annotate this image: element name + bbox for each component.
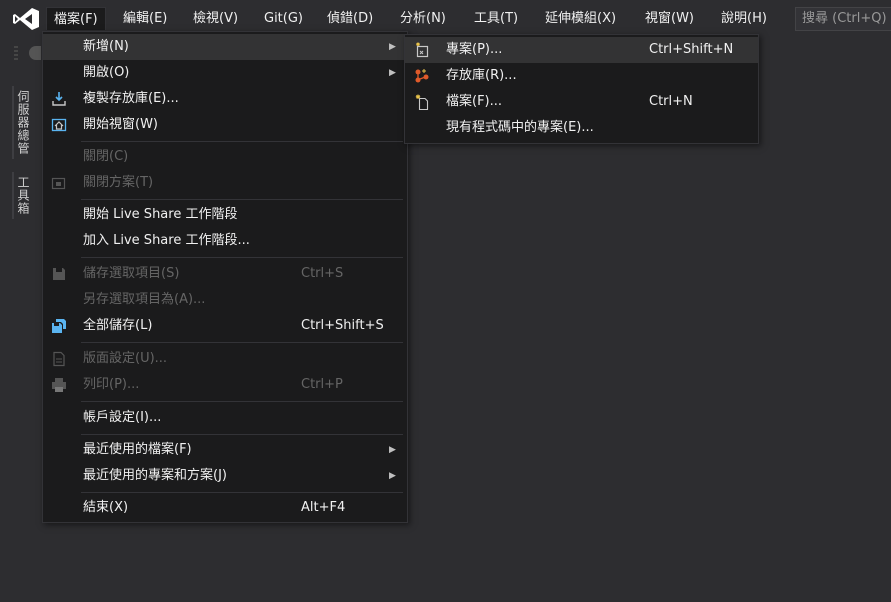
menu-separator — [81, 434, 403, 435]
menu-item-save-all[interactable]: 全部儲存(L) Ctrl+Shift+S — [43, 313, 407, 339]
menu-separator — [81, 141, 403, 142]
submenu-item-label: 檔案(F)... — [446, 94, 503, 109]
menu-item-label: 開始 Live Share 工作階段 — [83, 207, 238, 222]
menu-item-label: 結束(X) — [83, 500, 129, 515]
menu-item-save-selected[interactable]: 儲存選取項目(S) Ctrl+S — [43, 261, 407, 287]
menu-item-page-setup[interactable]: 版面設定(U)... — [43, 346, 407, 372]
menu-window[interactable]: 視窗(W) — [638, 7, 701, 30]
repository-icon — [415, 69, 429, 83]
submenu-item-project[interactable]: 專案(P)... Ctrl+Shift+N — [405, 37, 758, 63]
menu-item-label: 最近使用的專案和方案(J) — [83, 468, 227, 483]
server-explorer-tab[interactable]: 伺服器總管 — [12, 86, 32, 159]
menu-item-account-settings[interactable]: 帳戶設定(I)... — [43, 405, 407, 431]
menu-item-label: 列印(P)... — [83, 377, 140, 392]
menu-item-label: 另存選取項目為(A)... — [83, 292, 206, 307]
file-menu-dropdown: 新增(N) ▶ 開啟(O) ▶ 複製存放庫(E)... 開始視窗(W) 關閉(C… — [42, 31, 408, 523]
menu-item-shortcut: Alt+F4 — [301, 500, 346, 515]
menu-file[interactable]: 檔案(F) — [46, 7, 106, 30]
menu-git[interactable]: Git(G) — [257, 7, 310, 30]
submenu-item-label: 專案(P)... — [446, 42, 503, 57]
menu-item-label: 開啟(O) — [83, 65, 130, 80]
new-submenu: 專案(P)... Ctrl+Shift+N 存放庫(R)... 檔案(F)...… — [404, 34, 759, 144]
menu-analyze[interactable]: 分析(N) — [393, 7, 453, 30]
close-solution-icon — [51, 177, 66, 190]
new-file-icon — [415, 94, 429, 110]
menu-item-start-live-share[interactable]: 開始 Live Share 工作階段 — [43, 202, 407, 228]
save-all-icon — [52, 319, 66, 333]
menu-help[interactable]: 說明(H) — [714, 7, 774, 30]
menu-item-exit[interactable]: 結束(X) Alt+F4 — [43, 495, 407, 521]
clone-download-icon — [52, 92, 66, 106]
menu-item-recent-projects[interactable]: 最近使用的專案和方案(J) ▶ — [43, 463, 407, 489]
menu-item-label: 複製存放庫(E)... — [83, 91, 179, 106]
menu-item-label: 全部儲存(L) — [83, 318, 153, 333]
search-box[interactable]: 搜尋 (Ctrl+Q) — [795, 7, 891, 31]
menu-item-print[interactable]: 列印(P)... Ctrl+P — [43, 372, 407, 398]
menu-separator — [81, 492, 403, 493]
menu-item-label: 帳戶設定(I)... — [83, 410, 162, 425]
toolbar-partial-icon — [29, 46, 41, 60]
menu-item-label: 關閉(C) — [83, 149, 129, 164]
start-window-icon — [51, 118, 67, 132]
menu-separator — [81, 257, 403, 258]
menu-edit[interactable]: 編輯(E) — [116, 7, 174, 30]
submenu-arrow-icon: ▶ — [389, 42, 396, 52]
submenu-item-shortcut: Ctrl+N — [649, 94, 693, 109]
save-icon — [53, 268, 65, 280]
menu-item-close-solution[interactable]: 關閉方案(T) — [43, 170, 407, 196]
menu-extensions[interactable]: 延伸模組(X) — [538, 7, 623, 30]
submenu-arrow-icon: ▶ — [389, 445, 396, 455]
menu-view[interactable]: 檢視(V) — [186, 7, 245, 30]
menu-separator — [81, 401, 403, 402]
submenu-item-shortcut: Ctrl+Shift+N — [649, 42, 734, 57]
submenu-item-project-from-existing-code[interactable]: 現有程式碼中的專案(E)... — [405, 115, 758, 141]
submenu-item-label: 現有程式碼中的專案(E)... — [446, 120, 594, 135]
menu-item-label: 新增(N) — [83, 39, 129, 54]
submenu-arrow-icon: ▶ — [389, 471, 396, 481]
menu-item-label: 儲存選取項目(S) — [83, 266, 180, 281]
menu-item-shortcut: Ctrl+S — [301, 266, 344, 281]
menu-item-shortcut: Ctrl+P — [301, 377, 343, 392]
menu-item-label: 最近使用的檔案(F) — [83, 442, 192, 457]
menu-item-shortcut: Ctrl+Shift+S — [301, 318, 384, 333]
menu-item-new[interactable]: 新增(N) ▶ — [43, 34, 407, 60]
menu-item-save-selected-as[interactable]: 另存選取項目為(A)... — [43, 287, 407, 313]
new-project-icon — [416, 42, 429, 58]
menu-item-label: 版面設定(U)... — [83, 351, 168, 366]
menu-separator — [81, 342, 403, 343]
submenu-item-repository[interactable]: 存放庫(R)... — [405, 63, 758, 89]
menu-item-close[interactable]: 關閉(C) — [43, 144, 407, 170]
side-tool-strip: 伺服器總管 工具箱 — [0, 68, 36, 602]
submenu-item-file[interactable]: 檔案(F)... Ctrl+N — [405, 89, 758, 115]
page-setup-icon — [53, 351, 65, 367]
menu-item-label: 加入 Live Share 工作階段... — [83, 233, 250, 248]
submenu-arrow-icon: ▶ — [389, 68, 396, 78]
menu-item-clone-repository[interactable]: 複製存放庫(E)... — [43, 86, 407, 112]
menu-separator — [81, 199, 403, 200]
menu-debug[interactable]: 偵錯(D) — [320, 7, 380, 30]
visual-studio-logo-icon — [13, 8, 39, 30]
menu-item-label: 開始視窗(W) — [83, 117, 158, 132]
menu-item-label: 關閉方案(T) — [83, 175, 154, 190]
toolbar-grip[interactable] — [14, 46, 18, 62]
menu-item-start-window[interactable]: 開始視窗(W) — [43, 112, 407, 138]
menu-item-join-live-share[interactable]: 加入 Live Share 工作階段... — [43, 228, 407, 254]
menu-tools[interactable]: 工具(T) — [467, 7, 525, 30]
menu-item-open[interactable]: 開啟(O) ▶ — [43, 60, 407, 86]
toolbox-tab[interactable]: 工具箱 — [12, 172, 32, 219]
submenu-item-label: 存放庫(R)... — [446, 68, 517, 83]
menu-item-recent-files[interactable]: 最近使用的檔案(F) ▶ — [43, 437, 407, 463]
print-icon — [52, 378, 66, 392]
